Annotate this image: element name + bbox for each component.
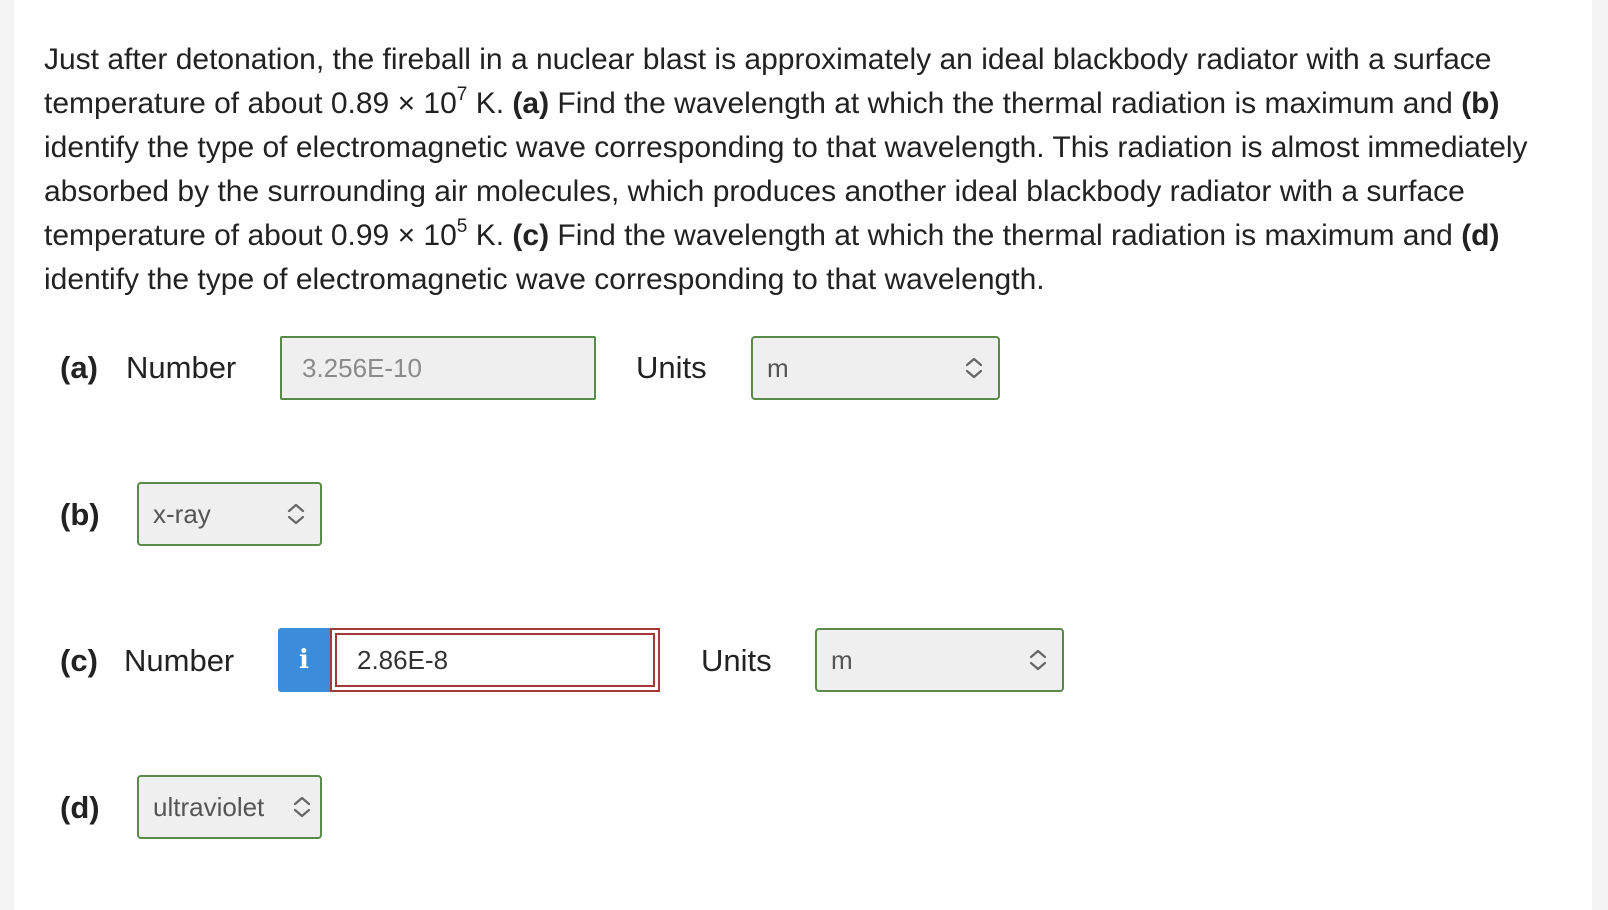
question-tag-a: (a) [512,87,550,120]
part-c-units-label: Units [701,643,772,678]
question-part-5: K. [467,219,513,252]
question-tag-c: (c) [512,219,550,252]
part-a-number-label: Number [126,350,237,385]
updown-chevron-icon [1024,646,1052,674]
part-b-tag: (b) [60,497,100,532]
updown-chevron-icon [288,793,316,821]
part-c-number-input[interactable]: 2.86E-8 [330,628,660,692]
question-part-7: identify the type of electromagnetic wav… [44,263,1045,296]
updown-chevron-icon [960,354,988,382]
part-a-tag: (a) [60,350,98,385]
part-d-select[interactable]: ultraviolet [137,775,322,839]
part-a-number-input[interactable]: 3.256E-10 [280,336,596,400]
question-part-6: Find the wavelength at which the thermal… [549,219,1462,252]
part-a-label: (a) [60,350,98,386]
part-c-units-select[interactable]: m [815,628,1064,692]
part-a-number-value: 3.256E-10 [302,352,422,383]
part-d-label: (d) [60,790,100,826]
part-d-value: ultraviolet [153,791,265,822]
part-a-units-value: m [767,352,789,383]
part-b-select[interactable]: x-ray [137,482,322,546]
question-tag-d: (d) [1461,219,1500,252]
question-part-2: K. [467,87,513,120]
exponent-1: 7 [456,84,468,105]
part-c-number-label: Number [124,643,235,678]
info-icon[interactable]: i [278,628,330,692]
updown-chevron-icon [282,500,310,528]
part-a-units-select[interactable]: m [751,336,1000,400]
part-c-number-inner: 2.86E-8 [335,633,655,687]
question-card: Just after detonation, the fireball in a… [14,0,1592,910]
exponent-2: 5 [456,216,468,237]
part-b-label: (b) [60,497,100,533]
part-c-label: (c) [60,643,98,679]
question-part-3: Find the wavelength at which the thermal… [549,87,1462,120]
part-c-units-value: m [831,644,853,675]
part-b-value: x-ray [153,498,211,529]
question-tag-b: (b) [1461,87,1500,120]
part-c-number-value: 2.86E-8 [357,644,449,675]
question-text: Just after detonation, the fireball in a… [44,38,1544,302]
part-a-units-label: Units [636,350,707,385]
part-d-tag: (d) [60,790,100,825]
part-c-tag: (c) [60,643,98,678]
